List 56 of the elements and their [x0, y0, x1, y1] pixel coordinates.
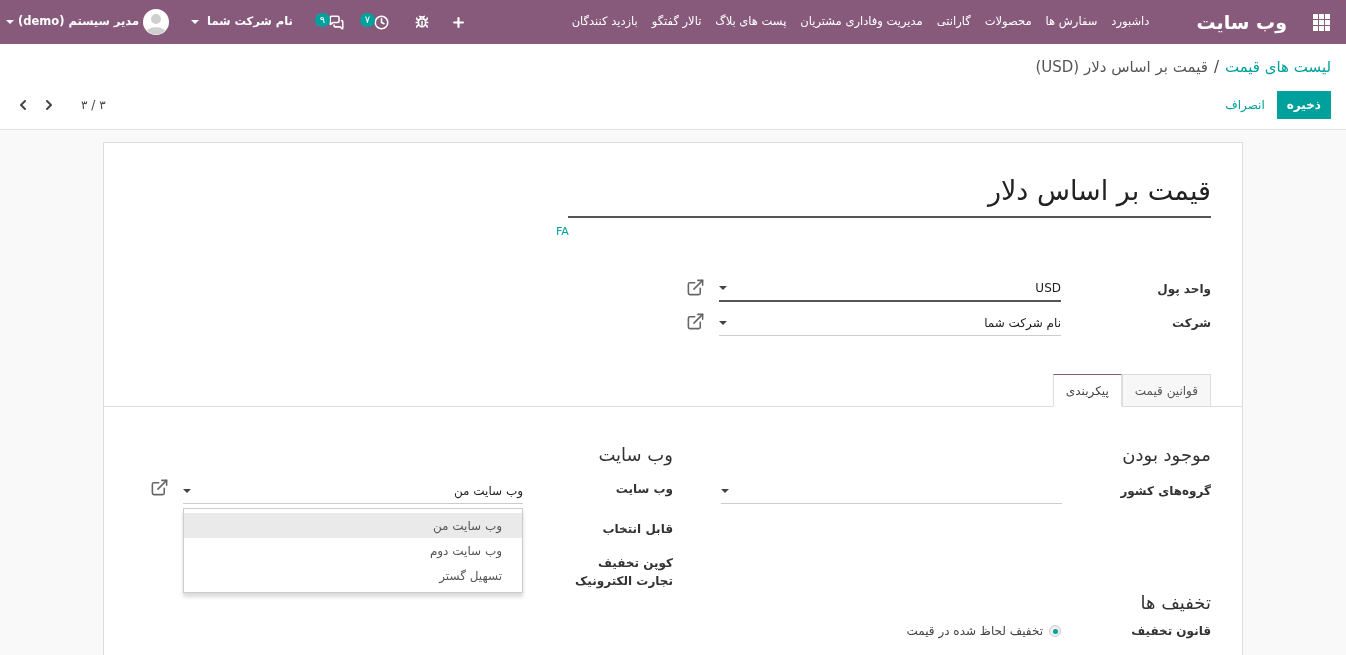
menu-item[interactable]: سفارش ها — [1038, 13, 1105, 31]
menu-item[interactable]: مدیریت وفاداری مشتریان — [793, 13, 930, 31]
menu-item[interactable]: بازدید کنندگان — [564, 13, 645, 31]
caret-icon — [191, 20, 200, 24]
select-field[interactable]: وب سایت من — [183, 478, 523, 504]
apps-grid-icon[interactable] — [1313, 13, 1330, 31]
section-heading: موجود بودن — [1121, 443, 1211, 468]
discard-button[interactable]: انصراف — [1219, 90, 1271, 119]
count-badge: ۹ — [314, 12, 331, 27]
select-field[interactable]: نام شرکت شما — [719, 310, 1061, 336]
radio-label: تخفیف لحاظ شده در قیمت — [906, 623, 1043, 640]
pager-counter: ۳ / ۳ — [81, 96, 106, 114]
field-label: کوپن تخفیف تجارت الکترونیک — [574, 555, 673, 590]
bug-icon[interactable] — [414, 15, 429, 29]
breadcrumb-link[interactable]: لیست های قیمت — [1224, 56, 1331, 79]
save-button[interactable]: ذخیره — [1276, 90, 1331, 119]
clock-icon[interactable] — [373, 14, 389, 30]
menu-item[interactable]: داشبورد — [1104, 13, 1157, 31]
caret-icon — [6, 20, 14, 24]
menu-item[interactable]: پست های بلاگ — [708, 13, 794, 31]
tab[interactable]: قوانین قیمت — [1121, 374, 1211, 407]
field-label: شرکت — [1171, 315, 1211, 332]
company-switcher[interactable]: نام شرکت شما — [191, 13, 303, 31]
caret-icon — [719, 320, 727, 325]
dropdown-item[interactable]: وب سایت دوم — [184, 538, 522, 563]
field-label: وب سایت — [614, 481, 673, 498]
chat-icon[interactable] — [328, 14, 344, 30]
app-brand[interactable]: وب سایت — [1156, 7, 1297, 37]
external-link-icon[interactable] — [150, 478, 169, 497]
caret-icon — [721, 488, 729, 493]
dropdown-item[interactable]: وب سایت من — [184, 513, 522, 538]
field-label: واحد پول — [1156, 281, 1211, 298]
breadcrumb-current: قیمت بر اساس دلار (USD) — [1035, 57, 1208, 78]
title-field[interactable]: قیمت بر اساس دلار — [568, 171, 1211, 218]
avatar-icon — [143, 9, 170, 35]
menu-item[interactable]: تالار گفتگو — [644, 13, 709, 31]
section-heading: تخفیف ها — [1139, 592, 1211, 614]
dropdown-item[interactable]: تسهیل گستر — [184, 563, 522, 588]
field-label: قابل انتخاب — [601, 521, 673, 538]
plus-icon[interactable] — [450, 14, 466, 30]
tab[interactable]: پیکربندی — [1052, 374, 1122, 407]
radio-button[interactable] — [1049, 625, 1061, 637]
user-menu[interactable]: مدیر سیستم (demo) — [6, 9, 170, 35]
menu-item[interactable]: گارانتی — [929, 13, 978, 31]
external-link-icon[interactable] — [686, 312, 705, 331]
section-heading: وب سایت — [597, 443, 673, 468]
count-badge: ۷ — [359, 12, 376, 27]
caret-icon — [183, 488, 191, 493]
field-label: گروه‌های کشور — [1119, 483, 1211, 500]
breadcrumb-separator: / — [1213, 57, 1219, 78]
menu-item[interactable]: محصولات — [977, 13, 1039, 31]
select-field[interactable]: USD — [719, 276, 1061, 302]
external-link-icon[interactable] — [686, 278, 705, 297]
field-label: قانون تخفیف — [1130, 623, 1211, 640]
language-link[interactable]: FA — [556, 223, 569, 240]
caret-icon — [719, 286, 727, 290]
